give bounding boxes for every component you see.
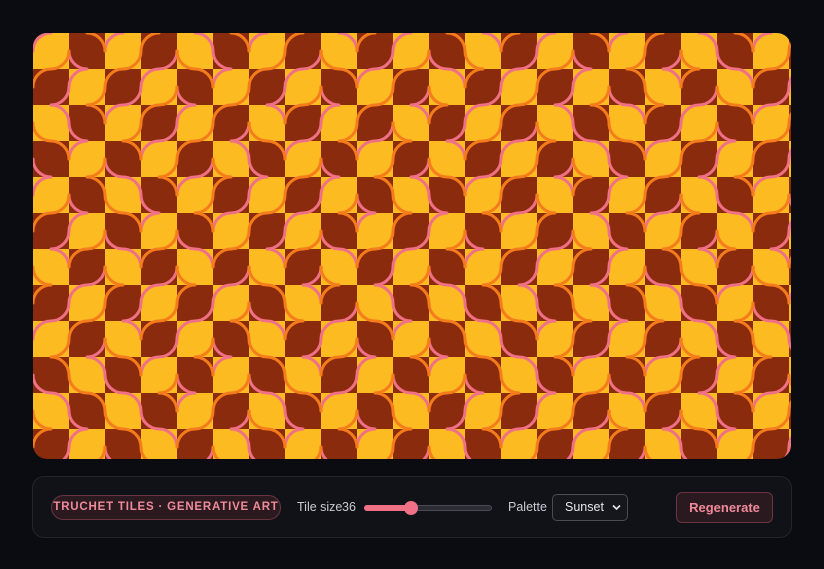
art-canvas — [33, 33, 791, 459]
tile-size-slider[interactable] — [364, 501, 492, 515]
control-bar: TRUCHET TILES · GENERATIVE ART Tile size… — [32, 476, 792, 538]
truchet-pattern — [33, 33, 791, 459]
tile-size-label: Tile size — [297, 500, 343, 514]
regenerate-button[interactable]: Regenerate — [676, 492, 773, 523]
palette-select[interactable]: Sunset — [552, 494, 628, 521]
palette-selected-value: Sunset — [565, 500, 604, 514]
slider-thumb[interactable] — [404, 501, 419, 515]
chevron-down-icon — [612, 504, 621, 511]
tile-grid — [33, 33, 791, 459]
title-badge: TRUCHET TILES · GENERATIVE ART — [51, 495, 281, 520]
palette-label: Palette — [508, 500, 547, 514]
tile-size-value: 36 — [342, 500, 356, 514]
